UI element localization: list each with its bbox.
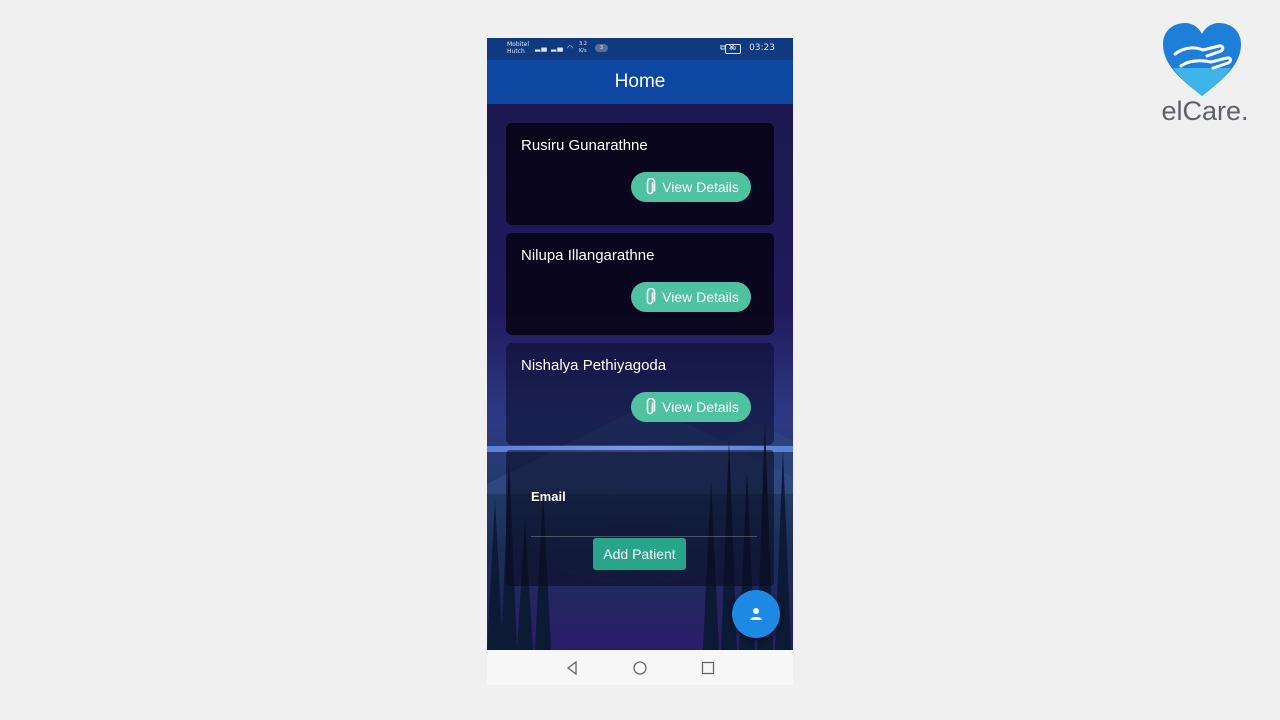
- heart-hands-icon: [1163, 23, 1241, 96]
- recents-button[interactable]: [699, 659, 717, 677]
- carrier-2: Hutch: [507, 48, 525, 55]
- paperclip-icon: [646, 288, 656, 305]
- elcare-logo: elCare.: [1155, 22, 1255, 126]
- email-label: Email: [531, 489, 566, 504]
- email-field[interactable]: [531, 512, 757, 537]
- view-details-label: View Details: [662, 289, 739, 305]
- patient-name: Nilupa Illangarathne: [521, 247, 655, 264]
- patient-card: Nilupa Illangarathne View Details: [506, 233, 774, 335]
- logo-text: elCare.: [1161, 96, 1249, 126]
- home-icon: [633, 661, 647, 675]
- battery-icon: 99: [725, 44, 741, 54]
- view-details-label: View Details: [662, 399, 739, 415]
- network-speed: 3.2 K/s: [579, 41, 587, 55]
- home-button[interactable]: [631, 659, 649, 677]
- back-icon: [566, 661, 577, 675]
- system-nav-bar: [487, 650, 793, 685]
- signal-wifi-icons: ▂▄ ▂▄ ◠: [535, 44, 575, 52]
- patient-card: Nishalya Pethiyagoda View Details: [506, 343, 774, 445]
- view-details-button[interactable]: View Details: [631, 392, 751, 422]
- notification-badge: 3: [595, 44, 608, 52]
- recents-icon: [701, 661, 715, 675]
- phone-screen: Mobitel Hutch ▂▄ ▂▄ ◠ 3.2 K/s 3 ⧉ ✕ 99 0…: [487, 38, 793, 685]
- add-patient-form: Email Add Patient: [506, 450, 774, 586]
- view-details-label: View Details: [662, 179, 739, 195]
- speed-unit: K/s: [579, 48, 587, 54]
- carrier-1: Mobitel: [507, 41, 530, 48]
- home-content[interactable]: Rusiru Gunarathne View Details Nilupa Il…: [487, 104, 793, 650]
- status-bar: Mobitel Hutch ▂▄ ▂▄ ◠ 3.2 K/s 3 ⧉ ✕ 99 0…: [487, 38, 793, 60]
- paperclip-icon: [646, 398, 656, 415]
- paperclip-icon: [646, 178, 656, 195]
- add-patient-button[interactable]: Add Patient: [593, 538, 686, 570]
- profile-fab[interactable]: [732, 590, 780, 638]
- patient-name: Nishalya Pethiyagoda: [521, 357, 667, 374]
- view-details-button[interactable]: View Details: [631, 172, 751, 202]
- back-button[interactable]: [563, 659, 581, 677]
- patient-card: Rusiru Gunarathne View Details: [506, 123, 774, 225]
- view-details-button[interactable]: View Details: [631, 282, 751, 312]
- page-title: Home: [614, 71, 666, 92]
- person-icon: [750, 608, 762, 620]
- speed-value: 3.2: [579, 41, 587, 47]
- app-bar: Home: [487, 60, 793, 104]
- patient-name: Rusiru Gunarathne: [521, 137, 648, 154]
- carrier-names: Mobitel Hutch: [507, 41, 529, 55]
- status-time: 03:23: [749, 43, 775, 53]
